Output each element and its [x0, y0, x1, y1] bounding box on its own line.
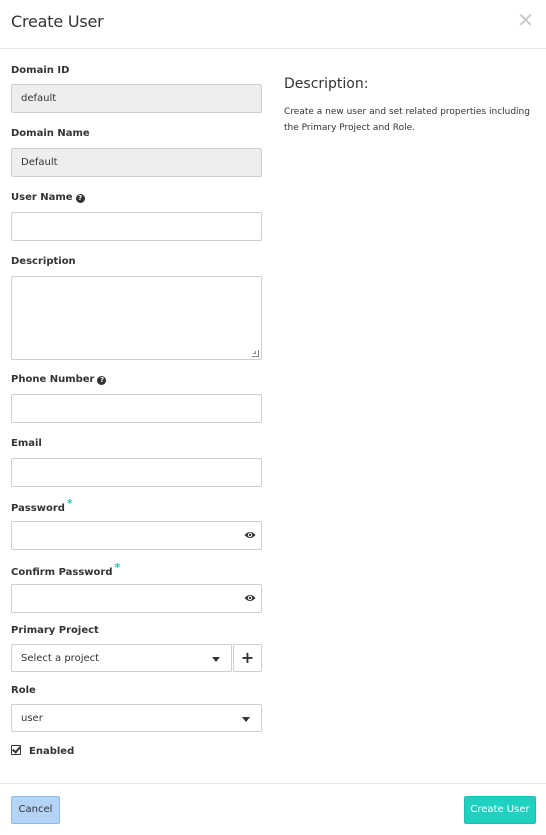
- add-project-button[interactable]: +: [233, 644, 262, 672]
- eye-icon[interactable]: [244, 593, 256, 603]
- create-user-button[interactable]: Create User: [464, 796, 536, 824]
- domain-name-value: Default: [21, 157, 58, 168]
- resize-handle-icon[interactable]: [252, 350, 259, 357]
- required-marker: *: [114, 561, 121, 574]
- domain-id-value: default: [21, 93, 57, 104]
- enabled-checkbox-row[interactable]: Enabled: [11, 745, 74, 757]
- primary-project-label: Primary Project: [11, 625, 99, 636]
- confirm-password-label-row: Confirm Password *: [11, 561, 120, 578]
- phone-number-label-row: Phone Number?: [11, 374, 107, 385]
- description-label: Description: [11, 256, 76, 267]
- help-title: Description:: [284, 76, 369, 92]
- password-label-row: Password *: [11, 497, 73, 514]
- description-textarea[interactable]: [11, 276, 262, 360]
- modal-title: Create User: [11, 12, 104, 31]
- email-label: Email: [11, 438, 42, 449]
- enabled-label: Enabled: [29, 746, 75, 757]
- password-input[interactable]: [11, 521, 262, 550]
- chevron-down-icon: [242, 717, 250, 722]
- role-select[interactable]: user: [11, 704, 262, 732]
- chevron-down-icon: [212, 657, 220, 662]
- required-marker: *: [66, 497, 73, 510]
- close-icon[interactable]: ✕: [517, 10, 534, 30]
- role-label: Role: [11, 685, 36, 696]
- email-input[interactable]: [11, 458, 262, 487]
- user-name-input[interactable]: [11, 212, 262, 241]
- domain-name-label: Domain Name: [11, 128, 90, 139]
- phone-number-input[interactable]: [11, 394, 262, 423]
- eye-icon[interactable]: [244, 530, 256, 540]
- question-circle-icon[interactable]: ?: [75, 194, 85, 203]
- domain-id-field: default: [11, 84, 262, 113]
- primary-project-selected: Select a project: [21, 653, 100, 664]
- user-name-label: User Name: [11, 192, 73, 203]
- question-circle-icon[interactable]: ?: [97, 376, 107, 385]
- role-selected: user: [21, 713, 43, 724]
- password-label: Password: [11, 503, 65, 514]
- domain-id-label: Domain ID: [11, 65, 70, 76]
- confirm-password-input[interactable]: [11, 584, 262, 613]
- domain-name-field: Default: [11, 148, 262, 177]
- user-name-label-row: User Name?: [11, 192, 85, 203]
- cancel-button[interactable]: Cancel: [11, 796, 60, 824]
- primary-project-select[interactable]: Select a project: [11, 644, 232, 672]
- help-text: Create a new user and set related proper…: [284, 107, 530, 133]
- phone-number-label: Phone Number: [11, 374, 95, 385]
- confirm-password-label: Confirm Password: [11, 567, 113, 578]
- modal-header: Create User ✕: [0, 0, 546, 49]
- checkbox-checked-icon[interactable]: [11, 745, 21, 755]
